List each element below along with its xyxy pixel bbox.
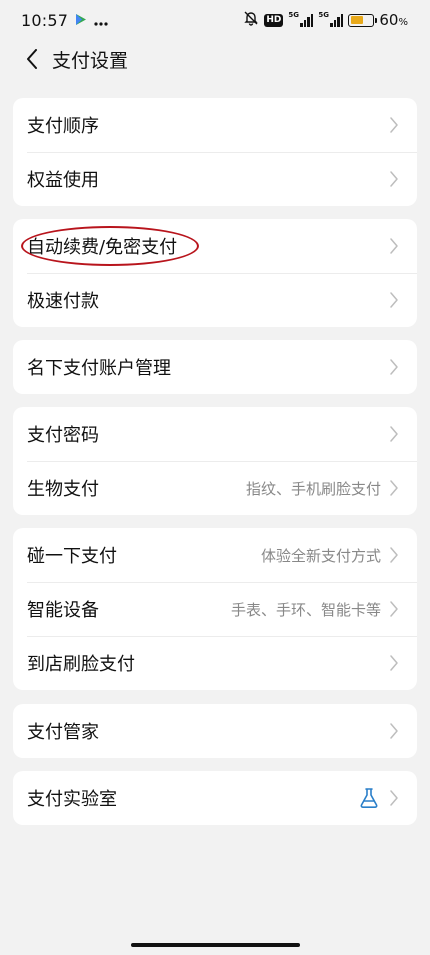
chevron-right-icon [390, 238, 398, 254]
settings-item-fast-pay[interactable]: 极速付款 [13, 273, 417, 327]
settings-item-payment-lab[interactable]: 支付实验室 [13, 771, 417, 825]
item-label: 极速付款 [27, 291, 99, 312]
settings-group: 自动续费/免密支付 极速付款 [13, 219, 417, 327]
settings-item-tap-to-pay[interactable]: 碰一下支付 体验全新支付方式 [13, 528, 417, 582]
settings-item-payment-password[interactable]: 支付密码 [13, 407, 417, 461]
settings-group: 支付实验室 [13, 771, 417, 825]
item-label: 生物支付 [27, 479, 99, 500]
settings-item-payment-butler[interactable]: 支付管家 [13, 704, 417, 758]
settings-item-smart-devices[interactable]: 智能设备 手表、手环、智能卡等 [13, 582, 417, 636]
clock: 10:57 [21, 10, 69, 30]
item-label: 支付密码 [27, 425, 99, 446]
settings-group: 碰一下支付 体验全新支付方式 智能设备 手表、手环、智能卡等 到店刷脸支付 [13, 528, 417, 690]
play-store-icon [75, 11, 87, 30]
item-label: 支付管家 [27, 722, 99, 743]
status-bar: 10:57 HD 5G 5G 60% [0, 0, 430, 40]
home-indicator[interactable] [131, 943, 300, 947]
item-label: 支付实验室 [27, 789, 117, 810]
chevron-right-icon [390, 790, 398, 806]
settings-item-account-management[interactable]: 名下支付账户管理 [13, 340, 417, 394]
battery-icon [348, 13, 378, 27]
item-label: 智能设备 [27, 600, 99, 621]
bell-muted-icon [243, 10, 259, 30]
chevron-right-icon [390, 547, 398, 563]
header: 支付设置 [0, 40, 430, 78]
settings-group: 支付密码 生物支付 指纹、手机刷脸支付 [13, 407, 417, 515]
item-label: 名下支付账户管理 [27, 358, 171, 379]
battery-percent: 60% [379, 11, 408, 29]
item-subtitle: 体验全新支付方式 [260, 546, 381, 565]
item-subtitle: 手表、手环、智能卡等 [230, 600, 381, 619]
page-title: 支付设置 [52, 49, 129, 72]
settings-item-biometric-pay[interactable]: 生物支付 指纹、手机刷脸支付 [13, 461, 417, 515]
chevron-right-icon [390, 480, 398, 496]
chevron-right-icon [390, 655, 398, 671]
chevron-right-icon [390, 292, 398, 308]
more-dots-icon [94, 11, 108, 30]
settings-group: 支付管家 [13, 704, 417, 758]
signal-5g-icon: 5G [318, 11, 344, 27]
signal-5g-icon: 5G [288, 11, 314, 27]
item-label: 到店刷脸支付 [27, 654, 135, 675]
settings-item-payment-order[interactable]: 支付顺序 [13, 98, 417, 152]
settings-group: 名下支付账户管理 [13, 340, 417, 394]
settings-item-face-pay-in-store[interactable]: 到店刷脸支付 [13, 636, 417, 690]
chevron-right-icon [390, 117, 398, 133]
chevron-right-icon [390, 359, 398, 375]
settings-item-benefits-usage[interactable]: 权益使用 [13, 152, 417, 206]
back-button[interactable] [12, 40, 52, 78]
flask-icon [360, 788, 378, 808]
chevron-left-icon [27, 49, 37, 69]
chevron-right-icon [390, 601, 398, 617]
chevron-right-icon [390, 426, 398, 442]
chevron-right-icon [390, 171, 398, 187]
item-label: 支付顺序 [27, 116, 99, 137]
settings-item-auto-renew[interactable]: 自动续费/免密支付 [13, 219, 417, 273]
chevron-right-icon [390, 723, 398, 739]
settings-group: 支付顺序 权益使用 [13, 98, 417, 206]
item-subtitle: 指纹、手机刷脸支付 [245, 479, 381, 498]
item-label: 自动续费/免密支付 [27, 237, 178, 258]
hd-icon: HD [264, 13, 284, 27]
item-label: 碰一下支付 [27, 546, 117, 567]
item-label: 权益使用 [27, 170, 99, 191]
